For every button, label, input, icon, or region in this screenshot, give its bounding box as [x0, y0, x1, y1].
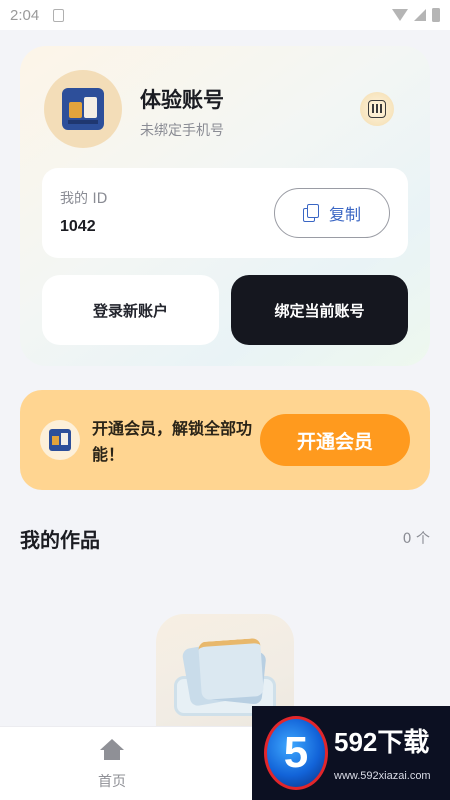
- vip-logo-icon: [40, 420, 80, 460]
- profile-card: 体验账号 未绑定手机号 我的 ID 1042 复制 登录新账户 绑定当前账号: [20, 46, 430, 366]
- avatar[interactable]: [44, 70, 122, 148]
- id-label: 我的 ID: [60, 191, 108, 207]
- nav-item-home[interactable]: 首页: [76, 737, 148, 793]
- home-icon: [100, 739, 124, 761]
- vip-banner: 开通会员，解锁全部功能！ 开通会员: [20, 390, 430, 490]
- works-section-title: 我的作品: [20, 528, 100, 552]
- id-value: 1042: [60, 218, 96, 235]
- vip-promo-text: 开通会员，解锁全部功能！: [92, 419, 253, 464]
- signal-icon: [414, 9, 426, 21]
- phone-binding-status: 未绑定手机号: [140, 123, 224, 139]
- watermark-brand: 592下载: [334, 727, 430, 757]
- id-panel: 我的 ID 1042 复制: [42, 168, 408, 258]
- wifi-icon: [392, 9, 408, 21]
- battery-icon: [432, 8, 440, 22]
- status-indicators: [392, 8, 440, 22]
- copy-label: 复制: [328, 205, 361, 224]
- copy-id-button[interactable]: 复制: [274, 188, 390, 238]
- watermark-logo: 5 592下载 www.592xiazai.com: [252, 706, 450, 800]
- watermark-badge: 5: [264, 716, 328, 790]
- settings-button[interactable]: [360, 92, 394, 126]
- status-time: 2:04: [10, 6, 40, 24]
- works-count: 0 个: [402, 531, 430, 547]
- settings-sliders-icon: [368, 100, 386, 118]
- account-name: 体验账号: [140, 88, 224, 112]
- nav-home-label: 首页: [98, 774, 126, 790]
- copy-icon: [302, 204, 319, 222]
- status-bar: 2:04: [0, 0, 450, 30]
- bind-account-button[interactable]: 绑定当前账号: [231, 275, 408, 345]
- notification-app-icon: [53, 8, 65, 22]
- app-logo-icon: [62, 88, 104, 130]
- watermark-url: www.592xiazai.com: [334, 770, 431, 782]
- open-vip-button[interactable]: 开通会员: [260, 414, 410, 466]
- login-new-account-button[interactable]: 登录新账户: [42, 275, 219, 345]
